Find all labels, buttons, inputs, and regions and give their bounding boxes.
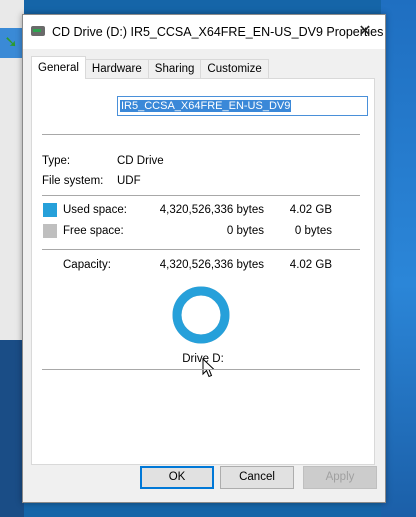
ok-button[interactable]: OK <box>140 466 214 489</box>
usage-donut-chart <box>172 286 230 344</box>
free-space-swatch <box>43 224 57 238</box>
desktop-wallpaper <box>381 0 416 517</box>
used-space-label: Used space: <box>63 204 127 216</box>
type-value: CD Drive <box>117 155 164 167</box>
used-space-swatch <box>43 203 57 217</box>
divider <box>42 249 360 250</box>
title-bar[interactable]: CD Drive (D:) IR5_CCSA_X64FRE_EN-US_DV9 … <box>23 15 385 49</box>
divider <box>42 134 360 135</box>
free-space-bytes: 0 bytes <box>226 225 264 237</box>
used-space-size: 4.02 GB <box>289 204 332 216</box>
capacity-size: 4.02 GB <box>289 259 332 271</box>
cd-drive-icon <box>31 26 45 36</box>
close-button[interactable]: ✕ <box>345 15 385 49</box>
properties-dialog: CD Drive (D:) IR5_CCSA_X64FRE_EN-US_DV9 … <box>22 14 386 503</box>
window-title: CD Drive (D:) IR5_CCSA_X64FRE_EN-US_DV9 … <box>52 25 384 39</box>
tab-hardware[interactable]: Hardware <box>84 59 149 79</box>
cancel-button[interactable]: Cancel <box>220 466 294 489</box>
background-window: ➘ <box>0 0 24 340</box>
volume-name-field[interactable]: IR5_CCSA_X64FRE_EN-US_DV9 <box>117 96 368 116</box>
type-label: Type: <box>42 155 71 167</box>
free-space-label: Free space: <box>63 225 124 237</box>
green-arrow-icon: ➘ <box>4 34 18 51</box>
capacity-label: Capacity: <box>63 259 111 271</box>
mouse-pointer-icon <box>202 358 216 378</box>
divider <box>42 369 360 370</box>
tab-customize[interactable]: Customize <box>200 59 269 79</box>
used-space-bytes: 4,320,526,336 bytes <box>159 204 264 216</box>
tab-strip: General Hardware Sharing Customize <box>31 56 269 79</box>
desktop-background <box>0 340 24 517</box>
free-space-size: 0 bytes <box>294 225 332 237</box>
capacity-bytes: 4,320,526,336 bytes <box>159 259 264 271</box>
apply-button[interactable]: Apply <box>303 466 377 489</box>
volume-name-text: IR5_CCSA_X64FRE_EN-US_DV9 <box>120 100 292 112</box>
tab-general[interactable]: General <box>31 56 86 79</box>
file-system-value: UDF <box>117 175 141 187</box>
tab-sharing[interactable]: Sharing <box>147 59 202 79</box>
file-system-label: File system: <box>42 175 104 187</box>
general-panel: IR5_CCSA_X64FRE_EN-US_DV9 Type: CD Drive… <box>31 78 375 465</box>
divider <box>42 195 360 196</box>
donut-used-arc <box>172 286 230 344</box>
